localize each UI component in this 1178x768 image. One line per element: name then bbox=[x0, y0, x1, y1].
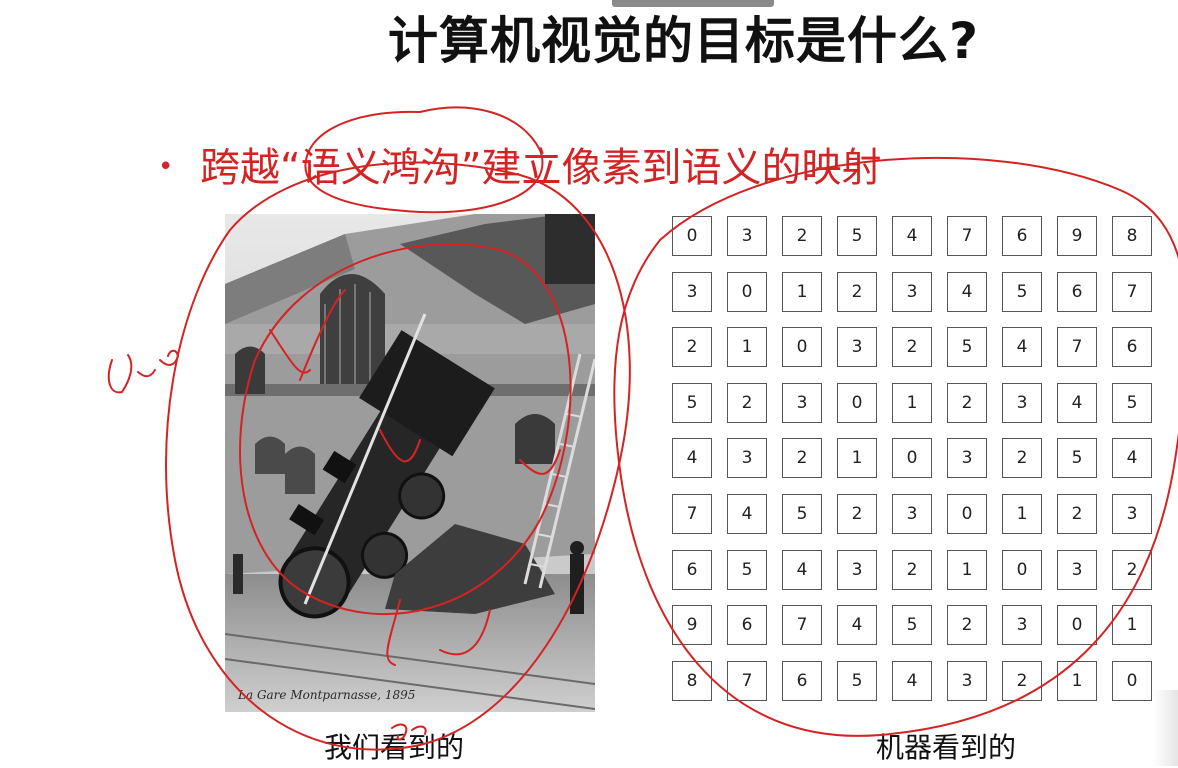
pixel-cell: 7 bbox=[782, 605, 822, 645]
pixel-cell: 4 bbox=[892, 216, 932, 256]
pixel-cell: 4 bbox=[1112, 438, 1152, 478]
pixel-cell: 5 bbox=[837, 661, 877, 701]
pixel-cell: 5 bbox=[1112, 383, 1152, 423]
pixel-cell: 8 bbox=[672, 661, 712, 701]
pixel-cell: 4 bbox=[892, 661, 932, 701]
pixel-cell: 0 bbox=[892, 438, 932, 478]
pixel-cell: 4 bbox=[1002, 327, 1042, 367]
pixel-cell: 6 bbox=[1057, 272, 1097, 312]
bullet-text: 跨越“语义鸿沟”建立像素到语义的映射 bbox=[200, 145, 882, 191]
pixel-cell: 3 bbox=[672, 272, 712, 312]
pixel-cell: 3 bbox=[947, 661, 987, 701]
pixel-cell: 3 bbox=[892, 494, 932, 534]
pixel-cell: 3 bbox=[947, 438, 987, 478]
pixel-cell: 2 bbox=[837, 494, 877, 534]
train-wreck-photo bbox=[225, 214, 595, 712]
pixel-cell: 3 bbox=[1002, 383, 1042, 423]
pixel-cell: 2 bbox=[837, 272, 877, 312]
pixel-cell: 7 bbox=[672, 494, 712, 534]
pixel-cell: 2 bbox=[727, 383, 767, 423]
pixel-cell: 1 bbox=[1057, 661, 1097, 701]
pixel-cell: 7 bbox=[947, 216, 987, 256]
pixel-cell: 2 bbox=[947, 605, 987, 645]
pixel-cell: 6 bbox=[1002, 216, 1042, 256]
train-wreck-illustration bbox=[225, 214, 595, 712]
pixel-cell: 1 bbox=[837, 438, 877, 478]
pixel-cell: 3 bbox=[1002, 605, 1042, 645]
pixel-cell: 5 bbox=[1002, 272, 1042, 312]
pixel-cell: 2 bbox=[1057, 494, 1097, 534]
pixel-cell: 9 bbox=[672, 605, 712, 645]
pixel-cell: 6 bbox=[1112, 327, 1152, 367]
pixel-cell: 3 bbox=[727, 438, 767, 478]
pixel-cell: 0 bbox=[1057, 605, 1097, 645]
pixel-cell: 1 bbox=[1112, 605, 1152, 645]
pixel-cell: 3 bbox=[837, 327, 877, 367]
pixel-cell: 4 bbox=[782, 550, 822, 590]
pixel-cell: 0 bbox=[947, 494, 987, 534]
pixel-cell: 4 bbox=[947, 272, 987, 312]
pixel-cell: 3 bbox=[892, 272, 932, 312]
pixel-cell: 2 bbox=[1002, 661, 1042, 701]
pixel-cell: 1 bbox=[947, 550, 987, 590]
pixel-cell: 5 bbox=[892, 605, 932, 645]
pixel-cell: 1 bbox=[782, 272, 822, 312]
pixel-cell: 3 bbox=[1112, 494, 1152, 534]
machine-view-label: 机器看到的 bbox=[876, 731, 1017, 764]
human-view-label: 我们看到的 bbox=[324, 731, 465, 764]
pixel-cell: 2 bbox=[947, 383, 987, 423]
pixel-cell: 0 bbox=[1112, 661, 1152, 701]
pixel-cell: 2 bbox=[1112, 550, 1152, 590]
pixel-cell: 0 bbox=[782, 327, 822, 367]
pixel-cell: 0 bbox=[837, 383, 877, 423]
pixel-cell: 7 bbox=[1112, 272, 1152, 312]
pixel-cell: 2 bbox=[892, 550, 932, 590]
pixel-cell: 1 bbox=[892, 383, 932, 423]
pixel-cell: 7 bbox=[1057, 327, 1097, 367]
pixel-cell: 4 bbox=[837, 605, 877, 645]
pixel-cell: 9 bbox=[1057, 216, 1097, 256]
pixel-cell: 3 bbox=[782, 383, 822, 423]
pixel-cell: 6 bbox=[727, 605, 767, 645]
pixel-cell: 5 bbox=[1057, 438, 1097, 478]
pixel-cell: 2 bbox=[672, 327, 712, 367]
pixel-value-grid: 0325476983012345672103254765230123454321… bbox=[672, 216, 1160, 708]
pixel-cell: 5 bbox=[947, 327, 987, 367]
photo-caption: La Gare Montparnasse, 1895 bbox=[238, 688, 416, 702]
pixel-cell: 0 bbox=[1002, 550, 1042, 590]
pixel-cell: 1 bbox=[1002, 494, 1042, 534]
annotation-scribble-left bbox=[107, 349, 179, 394]
edge-shadow bbox=[1152, 690, 1178, 766]
pixel-cell: 0 bbox=[672, 216, 712, 256]
pixel-cell: 8 bbox=[1112, 216, 1152, 256]
pixel-cell: 3 bbox=[727, 216, 767, 256]
pixel-cell: 6 bbox=[782, 661, 822, 701]
pixel-cell: 2 bbox=[782, 216, 822, 256]
pixel-cell: 4 bbox=[727, 494, 767, 534]
pixel-cell: 5 bbox=[782, 494, 822, 534]
pixel-cell: 4 bbox=[672, 438, 712, 478]
pixel-cell: 5 bbox=[672, 383, 712, 423]
pixel-cell: 2 bbox=[892, 327, 932, 367]
pixel-cell: 3 bbox=[1057, 550, 1097, 590]
pixel-cell: 2 bbox=[782, 438, 822, 478]
pixel-cell: 1 bbox=[727, 327, 767, 367]
pixel-cell: 5 bbox=[837, 216, 877, 256]
pixel-cell: 5 bbox=[727, 550, 767, 590]
pixel-cell: 4 bbox=[1057, 383, 1097, 423]
pixel-cell: 0 bbox=[727, 272, 767, 312]
bullet-dot: • bbox=[158, 152, 174, 182]
pixel-cell: 3 bbox=[837, 550, 877, 590]
pixel-cell: 7 bbox=[727, 661, 767, 701]
slide-title: 计算机视觉的目标是什么? bbox=[388, 12, 980, 70]
pixel-cell: 2 bbox=[1002, 438, 1042, 478]
pixel-cell: 6 bbox=[672, 550, 712, 590]
